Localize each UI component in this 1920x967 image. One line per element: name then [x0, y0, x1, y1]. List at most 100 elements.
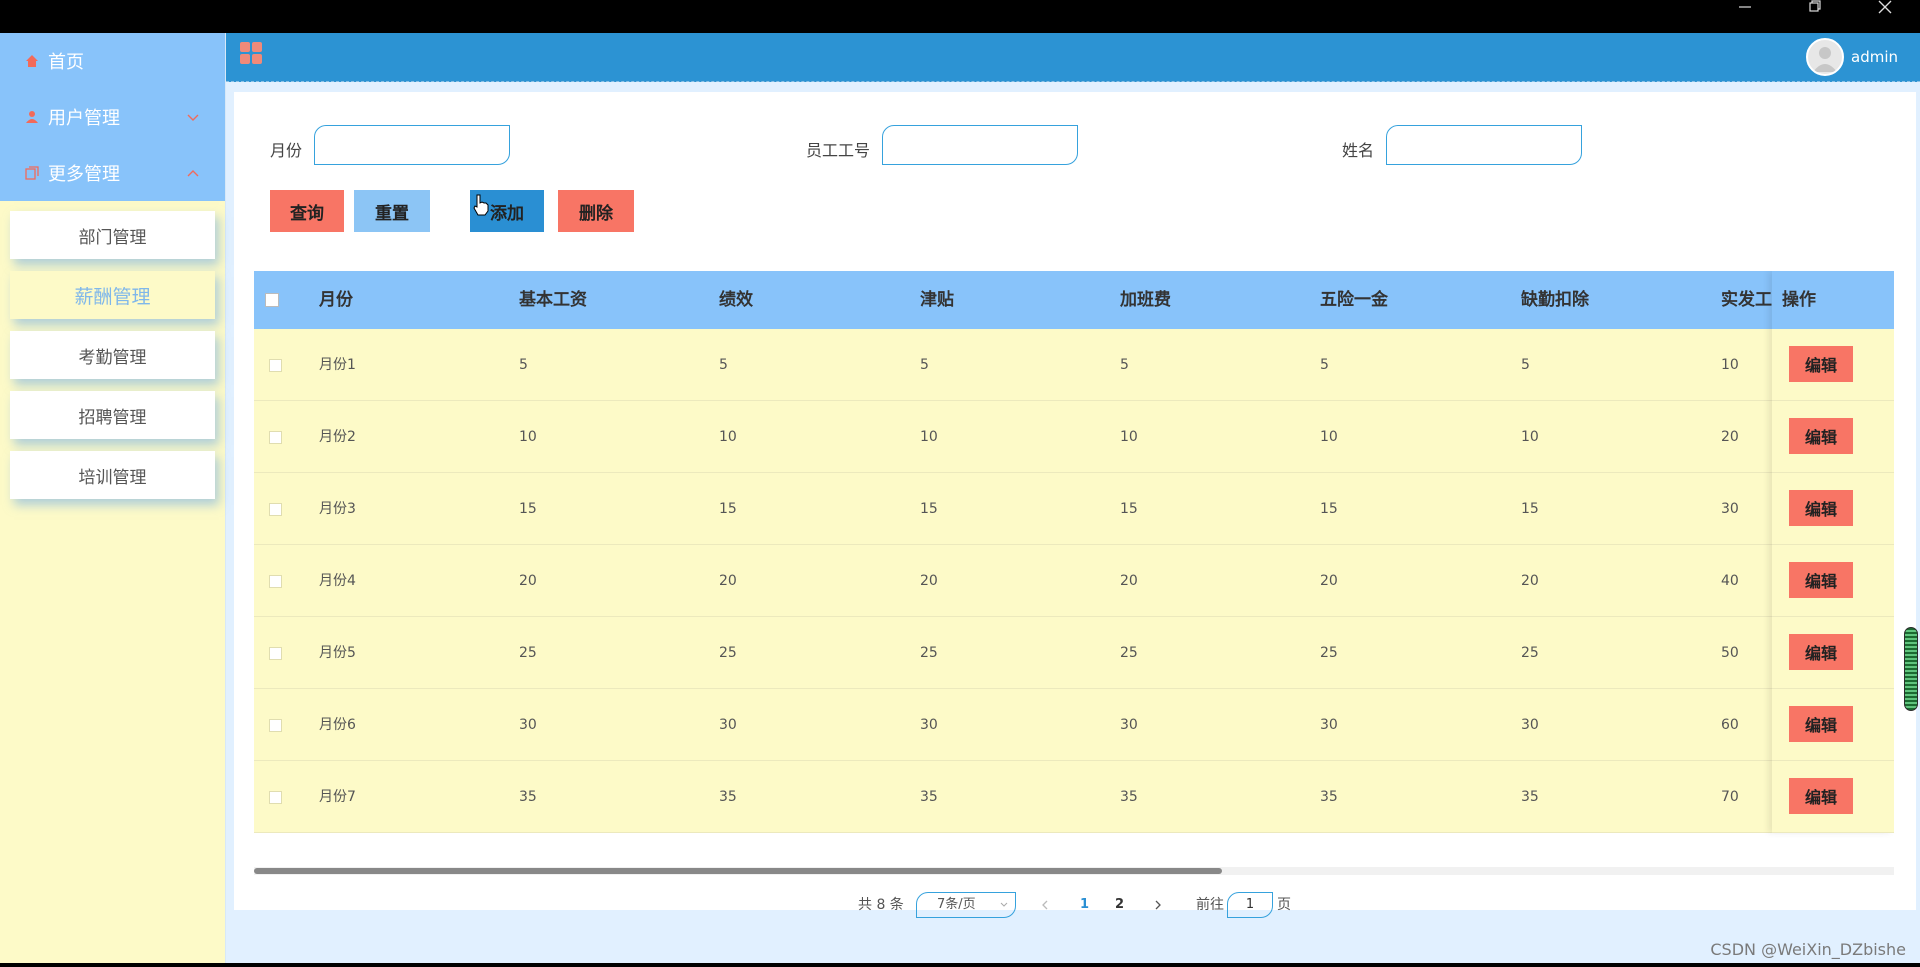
column-header[interactable]: 绩效: [719, 271, 753, 329]
table-row[interactable]: 月份2 10 10 10 10 10 10 20: [254, 401, 1894, 473]
edit-button[interactable]: 编辑: [1789, 490, 1853, 526]
column-header[interactable]: 五险一金: [1320, 271, 1388, 329]
table-row[interactable]: 月份5 25 25 25 25 25 25 50: [254, 617, 1894, 689]
table-cell: 15: [920, 501, 938, 517]
grid-icon[interactable]: [240, 42, 264, 66]
page-number[interactable]: 2: [1115, 890, 1124, 920]
row-checkbox[interactable]: [269, 719, 282, 732]
row-checkbox[interactable]: [269, 359, 282, 372]
hand-cursor-icon: [472, 194, 490, 216]
operation-cell: 编辑: [1772, 689, 1894, 761]
table-cell: 70: [1721, 789, 1739, 805]
table-cell: 40: [1721, 573, 1739, 589]
table-cell: 50: [1721, 645, 1739, 661]
table-cell: 5: [1521, 357, 1530, 373]
sidebar-item-users[interactable]: 用户管理: [0, 89, 225, 145]
select-all-checkbox[interactable]: [265, 293, 279, 307]
table-cell: 10: [519, 429, 537, 445]
scrollbar-thumb[interactable]: [254, 868, 1222, 874]
prev-page-icon[interactable]: [1040, 890, 1050, 920]
table-cell: 25: [1320, 645, 1338, 661]
edit-button[interactable]: 编辑: [1789, 778, 1853, 814]
column-header[interactable]: 实发工: [1721, 271, 1772, 329]
table-cell: 30: [1521, 717, 1539, 733]
sidebar-item-label: 用户管理: [48, 108, 120, 129]
edit-button[interactable]: 编辑: [1789, 634, 1853, 670]
query-button[interactable]: 查询: [270, 190, 344, 232]
table-cell: 15: [519, 501, 537, 517]
submenu-item-salary[interactable]: 薪酬管理: [10, 271, 215, 319]
table-cell: 35: [719, 789, 737, 805]
edit-button[interactable]: 编辑: [1789, 418, 1853, 454]
search-form: 月份 员工工号 姓名: [234, 125, 1916, 169]
name-input[interactable]: [1386, 125, 1582, 165]
total-count: 共 8 条: [858, 897, 904, 913]
column-header[interactable]: 加班费: [1120, 271, 1171, 329]
minimize-icon[interactable]: [1722, 0, 1768, 16]
table-horizontal-scrollbar[interactable]: [254, 867, 1894, 875]
row-checkbox[interactable]: [269, 503, 282, 516]
top-header: admin: [226, 33, 1920, 82]
month-input[interactable]: [314, 125, 510, 165]
table-cell: 15: [719, 501, 737, 517]
page-number[interactable]: 1: [1080, 890, 1089, 920]
table-header: 月份 基本工资 绩效 津贴 加班费 五险一金 缺勤扣除 实发工: [254, 271, 1894, 329]
table-cell: 20: [920, 573, 938, 589]
operation-cell: 编辑: [1772, 761, 1894, 833]
close-icon[interactable]: [1862, 0, 1908, 16]
table-cell: 月份4: [319, 573, 356, 589]
row-checkbox[interactable]: [269, 791, 282, 804]
operation-cell: 编辑: [1772, 545, 1894, 617]
table-cell: 30: [1721, 501, 1739, 517]
submenu-item-training[interactable]: 培训管理: [10, 451, 215, 499]
column-header[interactable]: 基本工资: [519, 271, 587, 329]
page-suffix: 页: [1277, 897, 1291, 913]
table-cell: 30: [519, 717, 537, 733]
table-row[interactable]: 月份1 5 5 5 5 5 5 10: [254, 329, 1894, 401]
table-cell: 20: [1120, 573, 1138, 589]
table-row[interactable]: 月份3 15 15 15 15 15 15 30: [254, 473, 1894, 545]
table-cell: 5: [920, 357, 929, 373]
table-cell: 5: [1320, 357, 1329, 373]
sidebar-item-home[interactable]: 首页: [0, 33, 225, 89]
column-header[interactable]: 津贴: [920, 271, 954, 329]
sidebar-item-more[interactable]: 更多管理: [0, 145, 225, 201]
app-window: 首页 用户管理 更多管理 部门管理 薪酬管理 考勤管理 招聘管理 培训管理 ad…: [0, 33, 1920, 963]
page-vertical-scrollbar[interactable]: [1904, 627, 1918, 711]
submenu-item-department[interactable]: 部门管理: [10, 211, 215, 259]
operation-cell: 编辑: [1772, 473, 1894, 545]
table-cell: 15: [1120, 501, 1138, 517]
list-icon: [24, 165, 40, 181]
table-cell: 30: [1320, 717, 1338, 733]
chevron-up-icon: [185, 165, 201, 181]
column-header[interactable]: 缺勤扣除: [1521, 271, 1589, 329]
chevron-down-icon: [999, 893, 1009, 926]
edit-button[interactable]: 编辑: [1789, 562, 1853, 598]
submenu-item-attendance[interactable]: 考勤管理: [10, 331, 215, 379]
table-row[interactable]: 月份4 20 20 20 20 20 20 40: [254, 545, 1894, 617]
table-cell: 20: [1521, 573, 1539, 589]
goto-page-input[interactable]: 1: [1227, 892, 1273, 918]
edit-button[interactable]: 编辑: [1789, 706, 1853, 742]
operation-cell: 编辑: [1772, 329, 1894, 401]
username[interactable]: admin: [1851, 48, 1898, 66]
column-header[interactable]: 月份: [319, 271, 353, 329]
reset-button[interactable]: 重置: [354, 190, 430, 232]
table-row[interactable]: 月份7 35 35 35 35 35 35 70: [254, 761, 1894, 833]
page-size-value: 7条/页: [937, 897, 976, 912]
submenu-item-recruitment[interactable]: 招聘管理: [10, 391, 215, 439]
delete-button[interactable]: 删除: [558, 190, 634, 232]
row-checkbox[interactable]: [269, 575, 282, 588]
edit-button[interactable]: 编辑: [1789, 346, 1853, 382]
row-checkbox[interactable]: [269, 647, 282, 660]
sidebar-item-label: 更多管理: [48, 164, 120, 185]
employee-id-input[interactable]: [882, 125, 1078, 165]
page-size-select[interactable]: 7条/页: [916, 892, 1016, 918]
next-page-icon[interactable]: [1153, 890, 1163, 920]
table-cell: 25: [519, 645, 537, 661]
avatar[interactable]: [1806, 38, 1844, 76]
restore-icon[interactable]: [1792, 0, 1838, 16]
table-cell: 10: [1721, 357, 1739, 373]
table-row[interactable]: 月份6 30 30 30 30 30 30 60: [254, 689, 1894, 761]
row-checkbox[interactable]: [269, 431, 282, 444]
